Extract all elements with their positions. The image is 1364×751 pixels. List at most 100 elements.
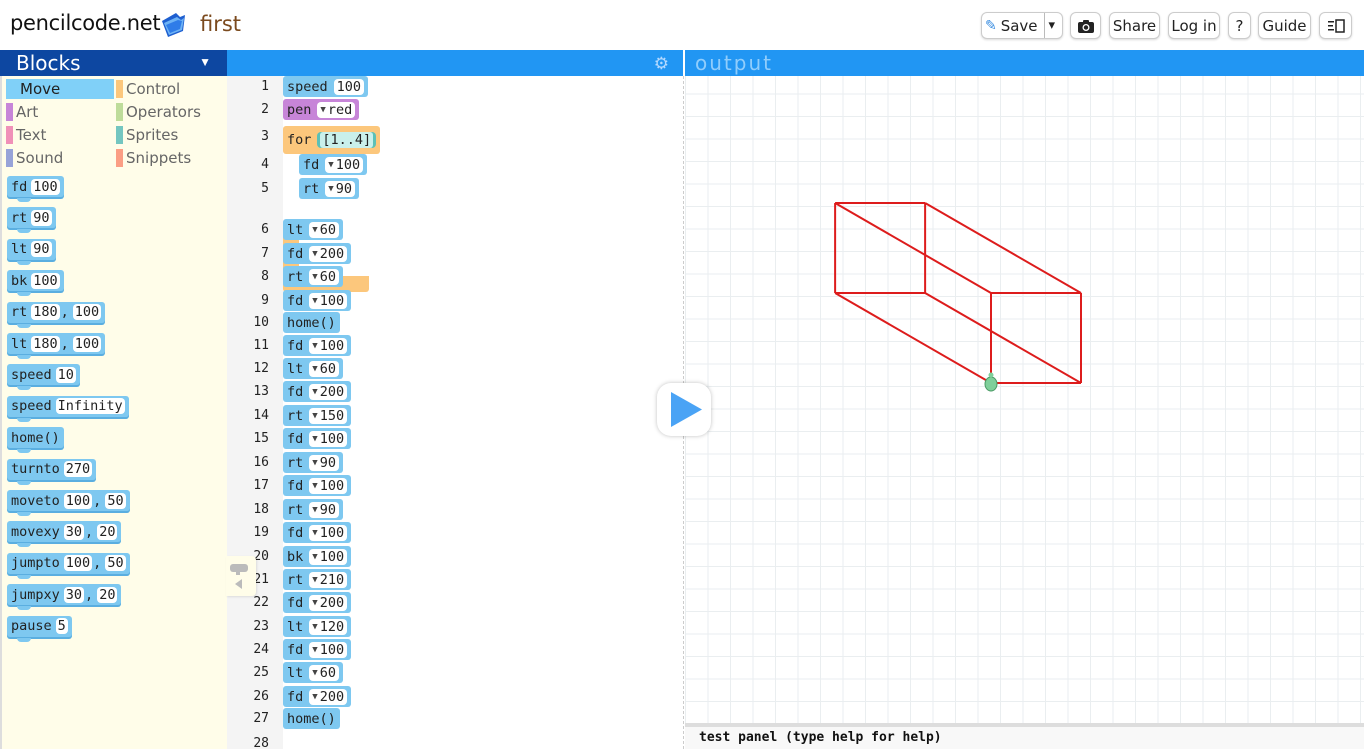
block-argument[interactable]: 100 — [63, 492, 93, 509]
code-block-fd[interactable]: fd ▼ 200 — [283, 243, 352, 264]
palette-block-moveto[interactable]: moveto 100, 50 — [7, 490, 130, 516]
block-argument[interactable]: 30 — [63, 523, 85, 540]
block-argument[interactable]: ▼ 100 — [309, 641, 348, 658]
block-argument[interactable]: ▼ 90 — [309, 454, 339, 471]
save-dropdown-button[interactable]: ▾ — [1045, 18, 1060, 33]
login-button[interactable]: Log in — [1168, 12, 1220, 39]
palette-block-rt[interactable]: rt 90 — [7, 207, 56, 234]
block-argument[interactable]: 180 — [31, 335, 60, 352]
dropdown-arrow-icon[interactable]: ▼ — [312, 478, 317, 494]
code-block-fd[interactable]: fd ▼ 100 — [283, 428, 352, 449]
block-argument[interactable]: 5 — [55, 618, 68, 635]
site-logo[interactable]: pencilcode.net — [10, 11, 161, 35]
block-argument[interactable]: ▼ 210 — [309, 571, 348, 588]
dropdown-arrow-icon[interactable]: ▼ — [312, 642, 317, 658]
folder-icon[interactable] — [158, 9, 188, 39]
code-block-home[interactable]: home() — [283, 708, 340, 729]
block-argument[interactable]: 100 — [31, 178, 60, 195]
dropdown-arrow-icon[interactable]: ▼ — [328, 181, 333, 197]
dropdown-arrow-icon[interactable]: ▼ — [312, 665, 317, 681]
dropdown-arrow-icon[interactable]: ▼ — [312, 595, 317, 611]
code-block-for[interactable]: for [1..4] — [283, 126, 381, 154]
block-argument[interactable]: 100 — [72, 304, 102, 321]
help-button[interactable]: ? — [1228, 12, 1251, 39]
block-argument[interactable]: 20 — [97, 586, 118, 603]
category-operators[interactable]: Operators — [116, 102, 224, 122]
code-block-fd[interactable]: fd ▼ 100 — [283, 475, 352, 496]
block-argument[interactable]: 20 — [97, 523, 118, 540]
block-argument[interactable]: ▼ 100 — [325, 156, 364, 173]
code-block-home[interactable]: home() — [283, 312, 340, 333]
block-argument[interactable]: ▼ 200 — [309, 688, 348, 705]
code-block-rt[interactable]: rt ▼ 150 — [283, 405, 352, 426]
code-block-lt[interactable]: lt ▼ 60 — [283, 662, 343, 683]
block-argument[interactable]: 90 — [31, 241, 52, 258]
dropdown-arrow-icon[interactable]: ▼ — [312, 431, 317, 447]
block-argument[interactable]: ▼ 100 — [309, 337, 348, 354]
block-argument[interactable]: ▼ red — [317, 101, 356, 118]
palette-block-movexy[interactable]: movexy 30, 20 — [7, 521, 122, 548]
block-argument[interactable]: ▼ 200 — [309, 594, 348, 611]
block-argument[interactable]: 30 — [63, 586, 85, 603]
dropdown-arrow-icon[interactable]: ▼ — [312, 502, 317, 518]
palette-block-speed[interactable]: speed Infinity — [7, 395, 129, 422]
dropdown-arrow-icon[interactable]: ▼ — [312, 293, 317, 309]
dropdown-arrow-icon[interactable]: ▼ — [320, 102, 325, 118]
category-move[interactable]: Move — [6, 79, 114, 99]
dropdown-arrow-icon[interactable]: ▼ — [312, 384, 317, 400]
code-block-pen[interactable]: pen ▼ red — [283, 99, 360, 120]
block-argument[interactable]: 100 — [333, 78, 365, 95]
block-argument[interactable]: ▼ 150 — [309, 407, 348, 424]
block-argument[interactable]: ▼ 200 — [309, 245, 348, 262]
block-argument[interactable]: ▼ 60 — [309, 360, 339, 377]
code-block-fd[interactable]: fd ▼ 100 — [299, 154, 368, 175]
block-argument[interactable]: ▼ 100 — [309, 524, 348, 541]
block-argument[interactable]: ▼ 100 — [309, 292, 348, 309]
dropdown-arrow-icon[interactable]: ▼ — [312, 572, 317, 588]
code-block-rt[interactable]: rt ▼ 90 — [299, 178, 359, 199]
palette-block-bk[interactable]: bk 100 — [7, 270, 64, 297]
block-argument[interactable]: 50 — [105, 555, 126, 572]
blocks-dropdown-icon[interactable]: ▼ — [199, 55, 211, 69]
guide-button[interactable]: Guide — [1258, 12, 1311, 39]
palette-block-home[interactable]: home() — [7, 427, 64, 454]
palette-block-rt[interactable]: rt 180, 100 — [7, 301, 106, 328]
block-argument[interactable]: ▼ 200 — [309, 383, 348, 400]
code-block-lt[interactable]: lt ▼ 60 — [283, 219, 343, 240]
code-block-rt[interactable]: rt ▼ 90 — [283, 499, 343, 520]
block-argument[interactable]: ▼ 100 — [309, 477, 348, 494]
code-block-fd[interactable]: fd ▼ 200 — [283, 592, 352, 613]
code-block-bk[interactable]: bk ▼ 100 — [283, 546, 352, 567]
palette-block-speed[interactable]: speed 10 — [7, 364, 80, 391]
code-block-rt[interactable]: rt ▼ 60 — [283, 266, 343, 287]
dropdown-arrow-icon[interactable]: ▼ — [312, 269, 317, 285]
code-block-rt[interactable]: rt ▼ 90 — [283, 452, 343, 473]
block-argument[interactable]: ▼ 100 — [309, 430, 348, 447]
category-sprites[interactable]: Sprites — [116, 125, 224, 145]
block-argument[interactable]: ▼ 60 — [309, 268, 339, 285]
screenshot-button[interactable] — [1070, 12, 1101, 39]
dropdown-arrow-icon[interactable]: ▼ — [312, 408, 317, 424]
block-argument[interactable]: 100 — [31, 272, 60, 289]
file-name[interactable]: first — [200, 12, 241, 36]
category-art[interactable]: Art — [6, 102, 114, 122]
collapse-palette-button[interactable] — [226, 556, 256, 596]
category-text[interactable]: Text — [6, 125, 114, 145]
code-block-lt[interactable]: lt ▼ 60 — [283, 358, 343, 379]
dropdown-arrow-icon[interactable]: ▼ — [328, 157, 333, 173]
palette-block-pause[interactable]: pause 5 — [7, 615, 72, 642]
code-block-speed[interactable]: speed 100 — [283, 76, 369, 97]
save-button[interactable]: Save — [1001, 17, 1038, 35]
category-snippets[interactable]: Snippets — [116, 148, 224, 168]
dropdown-arrow-icon[interactable]: ▼ — [312, 549, 317, 565]
dropdown-arrow-icon[interactable]: ▼ — [312, 525, 317, 541]
code-block-fd[interactable]: fd ▼ 200 — [283, 381, 352, 402]
category-sound[interactable]: Sound — [6, 148, 114, 168]
palette-block-jumpto[interactable]: jumpto 100, 50 — [7, 552, 130, 579]
code-block-rt[interactable]: rt ▼ 210 — [283, 569, 352, 590]
block-argument[interactable]: 90 — [31, 209, 52, 226]
share-button[interactable]: Share — [1109, 12, 1160, 39]
dropdown-arrow-icon[interactable]: ▼ — [312, 222, 317, 238]
code-block-fd[interactable]: fd ▼ 200 — [283, 686, 352, 707]
block-argument[interactable]: ▼ 90 — [325, 180, 355, 197]
